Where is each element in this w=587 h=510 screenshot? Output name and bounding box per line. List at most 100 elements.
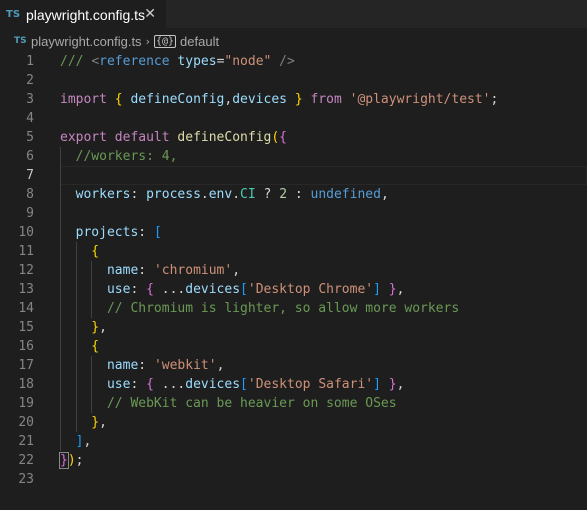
code-token: ; xyxy=(490,92,499,107)
code-line[interactable]: 8 workers: process.env.CI ? 2 : undefine… xyxy=(0,185,587,204)
code-token: 'Desktop Chrome' xyxy=(247,282,374,297)
code-token: ... xyxy=(161,282,186,297)
code-token: ] xyxy=(60,434,84,449)
code-token: reference xyxy=(99,54,178,69)
code-text: //workers: 4, xyxy=(60,147,178,166)
line-number: 19 xyxy=(18,396,34,411)
code-token: [ xyxy=(240,377,248,392)
code-token: : xyxy=(138,225,154,240)
code-token: ] xyxy=(373,282,381,297)
code-line[interactable]: 19 // WebKit can be heavier on some OSes xyxy=(0,394,587,413)
code-token: { xyxy=(279,130,287,145)
close-icon[interactable]: ✕ xyxy=(144,6,156,22)
code-line[interactable]: 14 // Chromium is lighter, so allow more… xyxy=(0,299,587,318)
code-text: use: { ...devices['Desktop Chrome'] }, xyxy=(60,280,404,299)
code-text: use: { ...devices['Desktop Safari'] }, xyxy=(60,375,404,394)
chevron-right-icon: › xyxy=(145,34,150,48)
code-token: { xyxy=(60,244,100,259)
code-token: } xyxy=(60,415,100,430)
code-token: , xyxy=(380,187,389,202)
code-line[interactable]: 18 use: { ...devices['Desktop Safari'] }… xyxy=(0,375,587,394)
tab-filename: playwright.config.ts xyxy=(26,6,146,23)
code-token: , xyxy=(396,377,405,392)
line-number: 12 xyxy=(18,263,34,278)
editor-tab[interactable]: TS playwright.config.ts ✕ xyxy=(0,0,166,28)
code-text: name: 'chromium', xyxy=(60,261,240,280)
code-token: : xyxy=(287,187,311,202)
line-number: 7 xyxy=(26,168,34,183)
code-line[interactable]: 17 name: 'webkit', xyxy=(0,356,587,375)
code-line[interactable]: 7 xyxy=(0,166,587,185)
line-number: 8 xyxy=(26,187,34,202)
line-number: 16 xyxy=(18,339,34,354)
line-number: 21 xyxy=(18,434,34,449)
code-token: [ xyxy=(153,225,162,240)
line-number: 22 xyxy=(18,453,34,468)
code-token: } xyxy=(294,92,303,107)
symbol-variable-icon: {@} xyxy=(153,34,177,48)
code-token: { xyxy=(114,92,131,107)
breadcrumb-symbol[interactable]: default xyxy=(180,34,219,49)
code-line[interactable]: 13 use: { ...devices['Desktop Chrome'] }… xyxy=(0,280,587,299)
code-token: ( xyxy=(271,130,280,145)
indent-guide xyxy=(60,147,61,451)
code-line[interactable]: 10 projects: [ xyxy=(0,223,587,242)
code-editor[interactable]: 1/// <reference types="node" /> 2 3 import … xyxy=(0,51,587,510)
current-line-highlight xyxy=(60,166,587,185)
code-line[interactable]: 12 name: 'chromium', xyxy=(0,261,587,280)
breadcrumb-file[interactable]: playwright.config.ts xyxy=(31,34,142,49)
code-line[interactable]: 16 { xyxy=(0,337,587,356)
code-text: ], xyxy=(60,432,92,451)
code-token: , xyxy=(99,320,107,335)
code-token: use xyxy=(60,282,131,297)
code-text: /// <reference types="node" /> xyxy=(60,52,295,71)
code-token: env xyxy=(208,187,233,202)
code-line[interactable]: 15 }, xyxy=(0,318,587,337)
code-token: 2 xyxy=(279,187,288,202)
code-text: projects: [ xyxy=(60,223,162,242)
code-token: /> xyxy=(271,54,295,69)
code-line[interactable]: 11 { xyxy=(0,242,587,261)
code-text: { xyxy=(60,337,99,356)
code-token: ? xyxy=(255,187,280,202)
code-line[interactable]: 2 xyxy=(0,71,587,90)
tab-bar: TS playwright.config.ts ✕ xyxy=(0,0,587,28)
code-token: , xyxy=(216,358,225,373)
code-token: } xyxy=(59,452,69,469)
code-line[interactable]: 5 export default defineConfig({ xyxy=(0,128,587,147)
code-line[interactable]: 6 //workers: 4, xyxy=(0,147,587,166)
code-line[interactable]: 20 }, xyxy=(0,413,587,432)
code-line[interactable]: 4 xyxy=(0,109,587,128)
code-token: import xyxy=(60,92,115,107)
code-token: name xyxy=(60,358,139,373)
breadcrumb: TS playwright.config.ts › {@} default xyxy=(0,31,587,51)
code-token: } xyxy=(380,377,397,392)
code-line[interactable]: 22}); xyxy=(0,451,587,470)
code-token: use xyxy=(60,377,131,392)
line-number: 5 xyxy=(26,130,34,145)
line-number: 6 xyxy=(26,149,34,164)
code-line[interactable]: 9 xyxy=(0,204,587,223)
code-text: { xyxy=(60,242,99,261)
line-number: 18 xyxy=(18,377,34,392)
code-token: /// xyxy=(60,54,92,69)
code-token: "node" xyxy=(224,54,272,69)
code-token: name xyxy=(60,263,139,278)
code-line[interactable]: 3 import { defineConfig,devices } from '@… xyxy=(0,90,587,109)
code-token: //workers: 4, xyxy=(60,149,178,164)
indent-guide xyxy=(91,261,93,318)
code-text: // WebKit can be heavier on some OSes xyxy=(60,394,397,413)
code-token: , xyxy=(396,282,405,297)
code-line[interactable]: 21 ], xyxy=(0,432,587,451)
code-token: projects xyxy=(60,225,139,240)
code-token: , xyxy=(232,263,241,278)
code-line[interactable]: 1 /// <reference types="node" /> xyxy=(0,52,587,71)
code-line[interactable]: 23 xyxy=(0,470,587,489)
code-text: workers: process.env.CI ? 2 : undefined, xyxy=(60,185,389,204)
line-number: 23 xyxy=(18,472,34,487)
code-token: export xyxy=(60,130,115,145)
code-token: devices xyxy=(185,282,241,297)
code-token: CI xyxy=(240,187,256,202)
code-token: : xyxy=(130,187,147,202)
code-token: 'chromium' xyxy=(153,263,233,278)
